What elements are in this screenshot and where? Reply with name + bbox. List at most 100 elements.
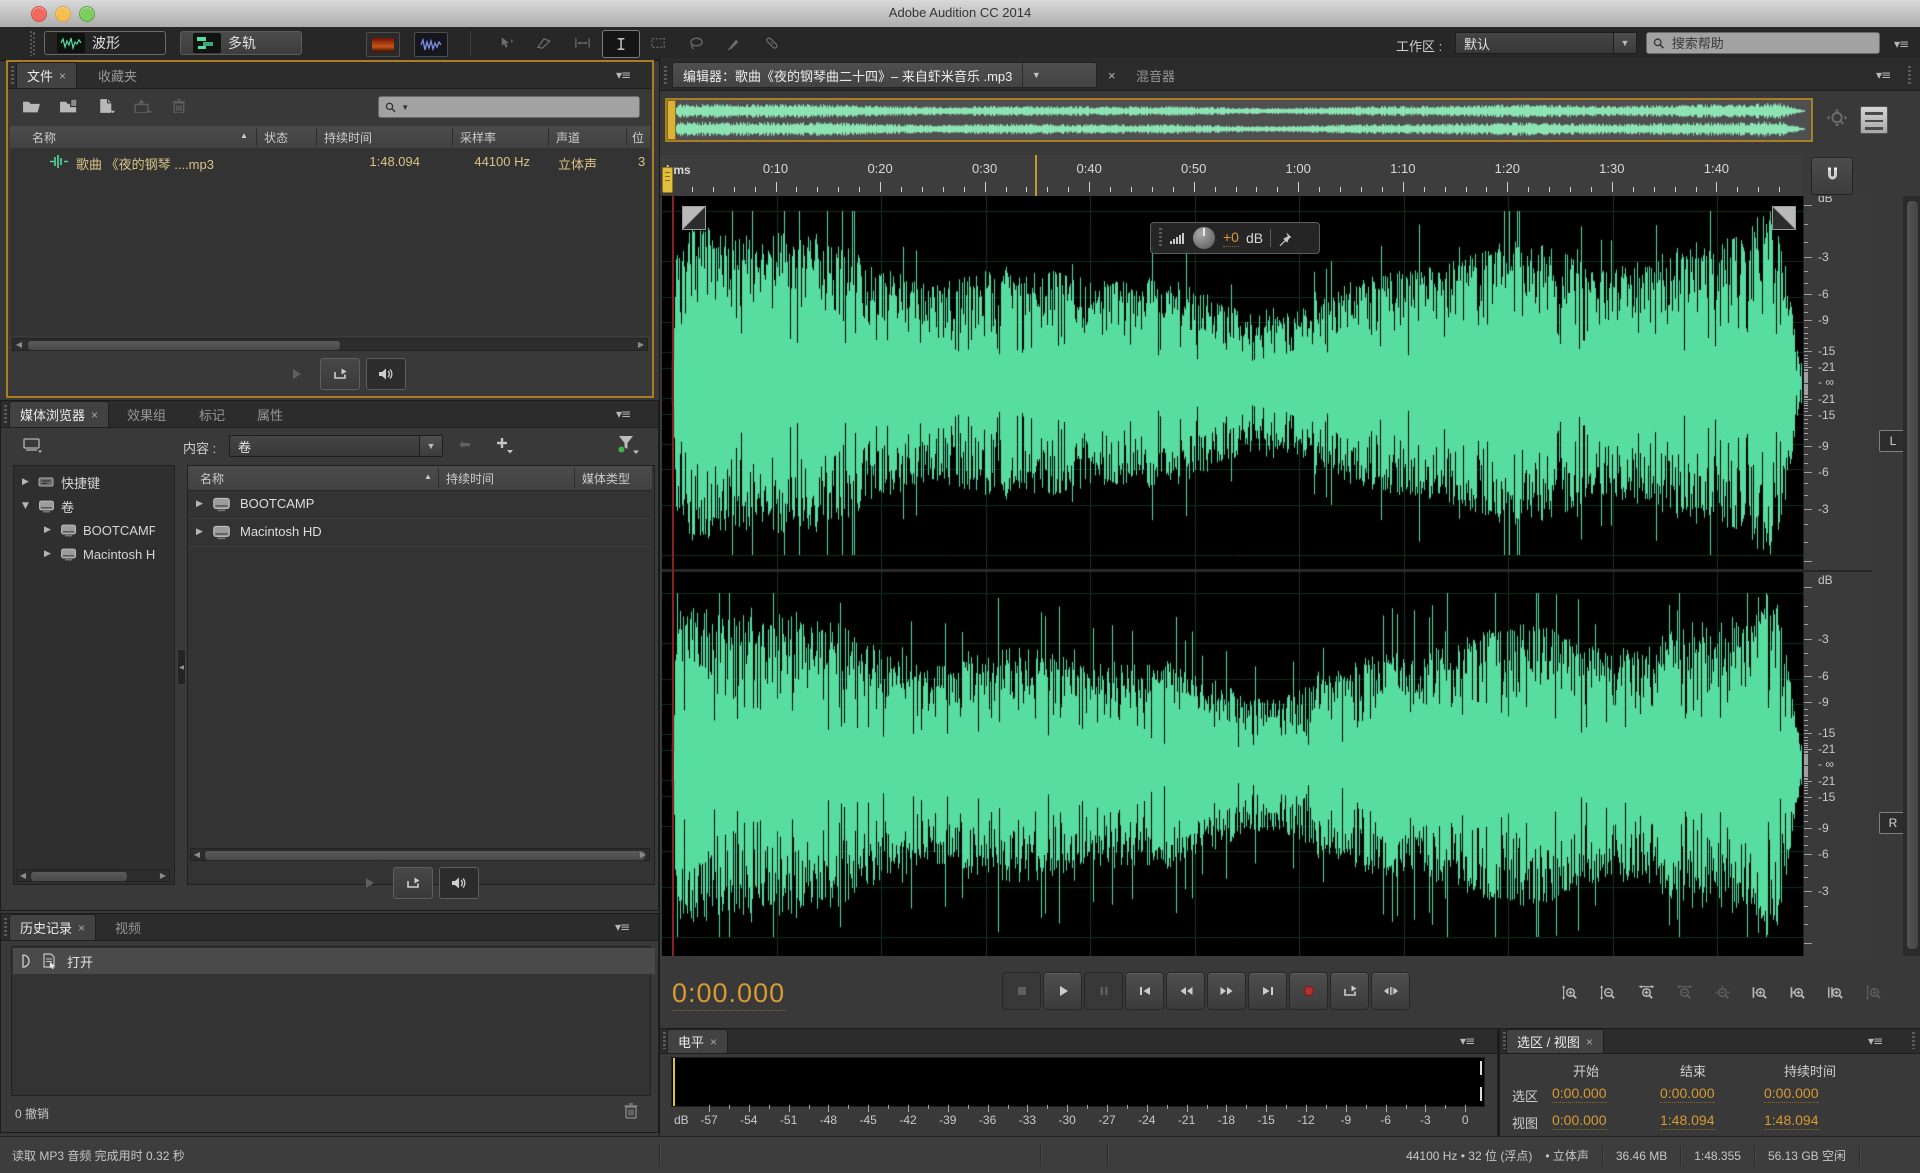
zoom-in-time-button[interactable] (1628, 976, 1664, 1008)
column-divider[interactable] (548, 128, 549, 146)
close-icon[interactable]: × (78, 921, 85, 935)
zoom-reset-vertical-button[interactable] (1856, 976, 1892, 1008)
delete-file-icon[interactable] (170, 98, 194, 116)
loop-playback-button[interactable] (1330, 972, 1369, 1010)
zoom-to-selection-button[interactable] (1818, 976, 1854, 1008)
fade-out-handle[interactable] (1772, 206, 1796, 230)
insert-into-multitrack-icon[interactable] (133, 98, 157, 116)
play-button[interactable] (276, 358, 316, 390)
overview-waveform[interactable] (669, 101, 1809, 139)
panel-menu-icon[interactable]: ▾≡ (616, 68, 630, 82)
content-dropdown[interactable]: 卷 ▼ (229, 435, 443, 457)
close-icon[interactable]: × (710, 1035, 717, 1049)
waveform-view-button[interactable]: 波形 (44, 31, 166, 55)
close-icon[interactable]: × (91, 408, 98, 422)
zoom-out-amplitude-button[interactable] (1590, 976, 1626, 1008)
disclosure-collapsed-icon[interactable]: ▶ (22, 477, 32, 487)
tab-video[interactable]: 视频 (105, 914, 151, 940)
snap-toggle-button[interactable] (1811, 157, 1853, 195)
scroll-left-icon[interactable]: ◀ (191, 849, 203, 860)
paintbrush-selection-tool[interactable] (716, 30, 752, 56)
tab-selection-view[interactable]: 选区 / 视图 × (1506, 1029, 1604, 1053)
history-list[interactable]: 打开 (11, 946, 651, 1096)
column-divider[interactable] (256, 128, 257, 146)
media-tree[interactable]: ▶ 快捷键 ▼ 卷 ▶ BOOTCAMP ▶ Macintosh HD ◀ (13, 465, 175, 885)
help-search-box[interactable] (1646, 32, 1880, 54)
zoom-reset-button[interactable] (1704, 976, 1740, 1008)
display-options-icon[interactable] (23, 437, 43, 453)
channel-layout-icon[interactable] (1860, 106, 1888, 134)
sort-ascending-icon[interactable]: ▲ (424, 472, 432, 481)
add-shortcut-icon[interactable] (495, 436, 515, 454)
sort-ascending-icon[interactable]: ▲ (240, 131, 248, 140)
trash-icon[interactable] (623, 1102, 639, 1120)
tree-collapse-handle[interactable]: ◀ (177, 649, 186, 685)
tree-item-shortcuts[interactable]: ▶ 快捷键 (22, 470, 100, 494)
column-divider[interactable] (626, 128, 627, 146)
waveform-canvas[interactable] (662, 196, 1803, 956)
scroll-right-icon[interactable]: ▶ (635, 339, 647, 350)
toolbar-grip[interactable] (30, 31, 36, 56)
timeline-ruler[interactable]: hms 0:100:200:300:400:501:001:101:201:30… (660, 155, 1803, 197)
stop-button[interactable] (1002, 972, 1041, 1010)
record-button[interactable] (1289, 972, 1328, 1010)
column-divider[interactable] (574, 468, 575, 488)
time-selection-tool[interactable] (602, 30, 640, 58)
selection-end-value[interactable]: 0:00.000 (1660, 1085, 1715, 1103)
zoom-in-amplitude-button[interactable] (1552, 976, 1588, 1008)
skip-to-end-button[interactable] (1248, 972, 1287, 1010)
skip-to-start-button[interactable] (1125, 972, 1164, 1010)
selection-start-value[interactable]: 0:00.000 (1552, 1085, 1607, 1103)
panel-menu-icon[interactable]: ▾≡ (1868, 1034, 1882, 1048)
files-search-box[interactable]: ▼ (378, 96, 640, 118)
column-duration[interactable]: 持续时间 (446, 470, 494, 487)
column-media-type[interactable]: 媒体类型 (582, 470, 630, 487)
tab-properties[interactable]: 属性 (247, 401, 293, 427)
close-icon[interactable]: × (1108, 68, 1116, 83)
disclosure-collapsed-icon[interactable]: ▶ (44, 549, 54, 559)
column-status[interactable]: 状态 (264, 129, 288, 146)
tab-history[interactable]: 历史记录 × (9, 914, 96, 940)
disclosure-expanded-icon[interactable]: ▼ (22, 501, 32, 511)
scrollbar-thumb[interactable] (1906, 200, 1919, 950)
tab-mixer[interactable]: 混音器 (1126, 62, 1185, 88)
view-start-value[interactable]: 0:00.000 (1552, 1112, 1607, 1130)
pause-button[interactable] (1084, 972, 1123, 1010)
overview-strip[interactable] (665, 98, 1813, 142)
overview-playhead-handle[interactable] (667, 100, 676, 140)
workspace-dropdown[interactable]: 默认 ▼ (1455, 32, 1637, 54)
back-arrow-icon[interactable]: ⬅ (459, 436, 471, 453)
pin-icon[interactable] (1278, 231, 1293, 246)
time-display[interactable]: 0:00.000 (672, 978, 785, 1011)
view-duration-value[interactable]: 1:48.094 (1764, 1112, 1819, 1130)
lasso-selection-tool[interactable] (678, 30, 714, 56)
panel-grip[interactable] (1908, 66, 1911, 84)
spectral-display-button[interactable] (366, 32, 400, 57)
tree-item-macintosh-hd[interactable]: ▶ Macintosh HD (44, 542, 155, 566)
panel-menu-icon[interactable]: ▾≡ (615, 920, 629, 934)
panel-grip[interactable] (11, 66, 14, 84)
gain-knob[interactable] (1192, 226, 1216, 250)
tab-favorites[interactable]: 收藏夹 (88, 62, 147, 88)
panel-menu-icon[interactable]: ▾≡ (1894, 37, 1908, 51)
history-item-open[interactable]: 打开 (13, 948, 655, 974)
zoom-in-right-edge-button[interactable] (1780, 976, 1816, 1008)
panel-grip[interactable] (4, 918, 7, 936)
volume-hud[interactable]: +0 dB (1150, 222, 1320, 254)
play-button[interactable] (349, 867, 389, 899)
chevron-down-icon[interactable]: ▼ (1022, 63, 1049, 87)
level-meter[interactable] (671, 1057, 1485, 1107)
tab-editor[interactable]: 编辑器：歌曲《夜的钢琴曲二十四》– 来自虾米音乐 .mp3 ▼ (672, 62, 1097, 88)
tab-markers[interactable]: 标记 (189, 401, 235, 427)
waveform-display-button[interactable] (414, 32, 448, 57)
amplitude-scale[interactable]: dB-3-3-6-6-9-9-15-15-21-21- ∞dB-3-3-6-6-… (1803, 196, 1872, 956)
scrollbar-thumb[interactable] (204, 850, 646, 861)
play-button[interactable] (1043, 972, 1082, 1010)
column-duration[interactable]: 持续时间 (324, 129, 372, 146)
playhead-line[interactable] (672, 196, 674, 956)
panel-grip[interactable] (1912, 1032, 1915, 1049)
panel-menu-icon[interactable]: ▾≡ (1460, 1034, 1474, 1048)
media-row-macintosh-hd[interactable]: ▶ Macintosh HD (188, 518, 652, 547)
column-name[interactable]: 名称 (200, 470, 224, 487)
panel-grip[interactable] (663, 1032, 666, 1049)
